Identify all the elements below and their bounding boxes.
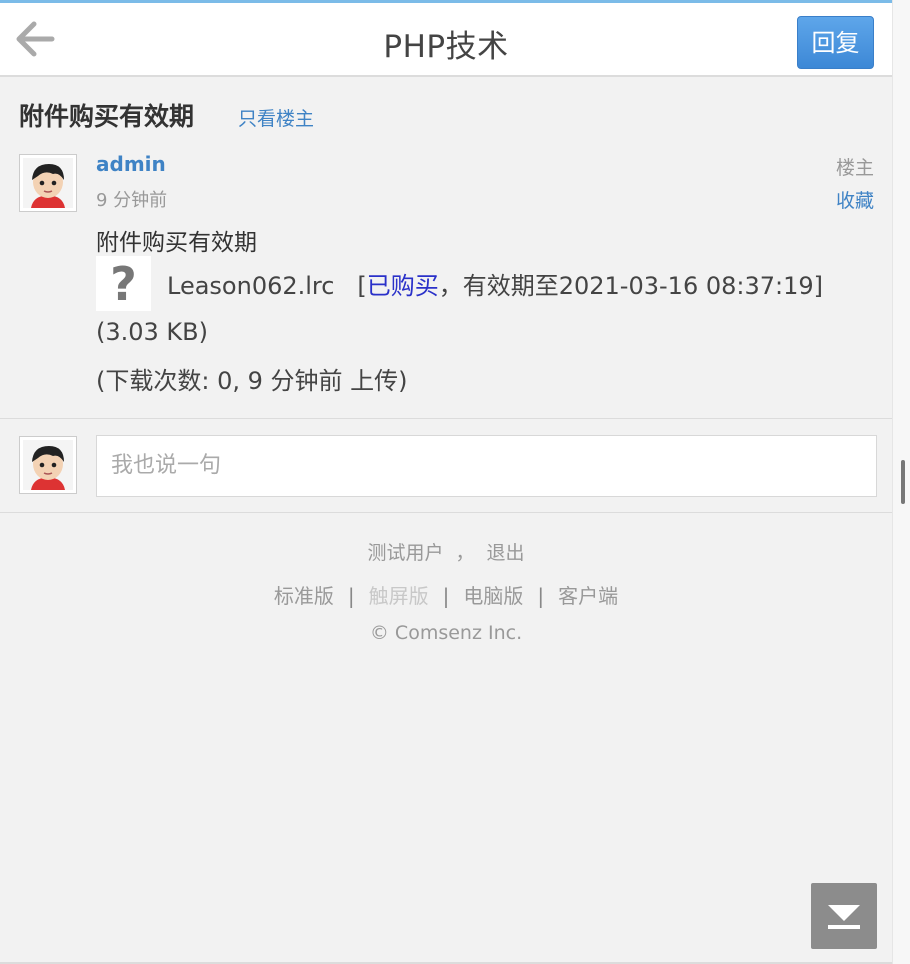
floor-label: 楼主 xyxy=(835,157,874,179)
footer-links: 标准版 | 触屏版 | 电脑版 | 客户端 xyxy=(0,580,892,609)
favorite-link[interactable]: 收藏 xyxy=(836,186,874,213)
comment-input[interactable]: 我也说一句 xyxy=(96,435,877,497)
only-op-link[interactable]: 只看楼主 xyxy=(238,104,314,131)
footer-link-client[interactable]: 客户端 xyxy=(558,584,618,608)
attachment-line: Leason062.lrc [已购买，有效期至2021-03-16 08:37:… xyxy=(167,266,823,301)
copyright: © Comsenz Inc. xyxy=(369,622,523,644)
post-time: 9 分钟前 xyxy=(96,190,168,211)
divider xyxy=(0,512,892,513)
unknown-file-icon: ? xyxy=(96,256,151,311)
post-author[interactable]: admin xyxy=(96,152,166,176)
footer-user: 测试用户 ， 退出 xyxy=(0,538,892,565)
scroll-to-bottom-button[interactable] xyxy=(811,883,877,949)
attachment-filename[interactable]: Leason062.lrc xyxy=(167,272,334,300)
thread-title: 附件购买有效期 xyxy=(19,102,195,131)
footer-link-touch: 触屏版 xyxy=(368,584,429,608)
footer-link-standard[interactable]: 标准版 xyxy=(274,584,334,608)
attachment-expiry: ，有效期至2021-03-16 08:37:19] xyxy=(438,272,823,300)
attachment-size: (3.03 KB) xyxy=(96,318,208,346)
attachment-downloads: (下载次数: 0, 9 分钟前 上传) xyxy=(96,367,408,395)
scrollbar-thumb[interactable] xyxy=(901,460,905,504)
avatar-image xyxy=(23,440,73,490)
footer-link-separator: | xyxy=(537,584,545,608)
logout-link[interactable]: 退出 xyxy=(487,542,525,564)
footer-separator: ， xyxy=(455,542,475,564)
reply-button[interactable]: 回复 xyxy=(797,16,874,69)
footer-link-separator: | xyxy=(347,584,355,608)
footer-link-desktop[interactable]: 电脑版 xyxy=(463,584,523,608)
avatar[interactable] xyxy=(19,154,77,212)
post-message: 附件购买有效期 xyxy=(96,230,257,256)
attachment-bought: 已购买 xyxy=(366,272,439,300)
footer-link-separator: | xyxy=(442,584,450,608)
header-bar: PHP技术 回复 xyxy=(0,3,892,77)
page-title: PHP技术 xyxy=(383,29,509,65)
attachment-status-open: [ xyxy=(357,272,367,300)
current-user-avatar xyxy=(19,436,77,494)
divider xyxy=(0,418,892,419)
avatar-image xyxy=(23,158,73,208)
footer-username[interactable]: 测试用户 xyxy=(367,542,443,564)
scroll-to-bottom-icon xyxy=(828,905,860,929)
